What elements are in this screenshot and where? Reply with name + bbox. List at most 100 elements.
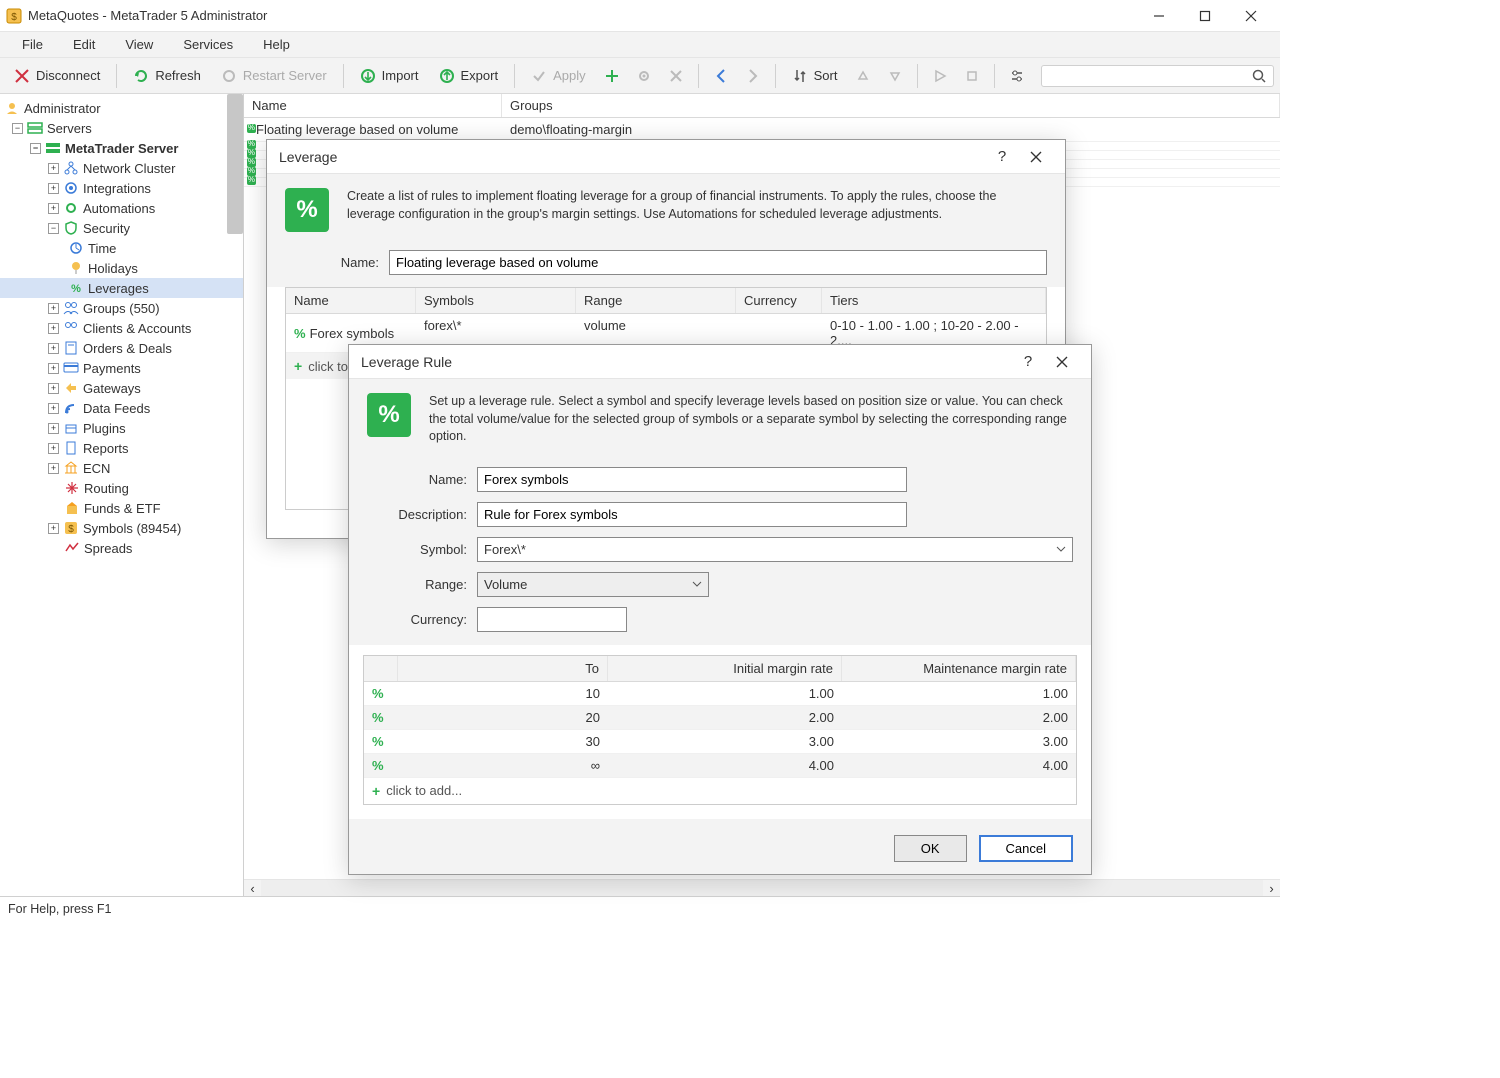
delete-button[interactable] bbox=[662, 64, 690, 88]
tree-clients[interactable]: +Clients & Accounts bbox=[0, 318, 243, 338]
tree-network[interactable]: +Network Cluster bbox=[0, 158, 243, 178]
settings-button[interactable] bbox=[1003, 64, 1031, 88]
range-select[interactable]: Volume bbox=[477, 572, 709, 597]
close-button[interactable] bbox=[1228, 1, 1274, 31]
tree-datafeeds[interactable]: +Data Feeds bbox=[0, 398, 243, 418]
tree-spreads[interactable]: Spreads bbox=[0, 538, 243, 558]
forward-button[interactable] bbox=[739, 64, 767, 88]
column-groups[interactable]: Groups bbox=[502, 94, 1280, 117]
export-button[interactable]: Export bbox=[431, 64, 507, 88]
tree-plugins[interactable]: +Plugins bbox=[0, 418, 243, 438]
minimize-button[interactable] bbox=[1136, 1, 1182, 31]
sort-button[interactable]: Sort bbox=[784, 64, 846, 88]
percent-icon: % bbox=[68, 280, 84, 296]
help-button[interactable]: ? bbox=[985, 142, 1019, 172]
gear-button[interactable] bbox=[630, 64, 658, 88]
close-button[interactable] bbox=[1019, 142, 1053, 172]
expander-icon[interactable]: + bbox=[48, 523, 59, 534]
menu-file[interactable]: File bbox=[8, 34, 57, 55]
scroll-left[interactable]: ‹ bbox=[244, 880, 261, 897]
expander-icon[interactable]: + bbox=[48, 183, 59, 194]
sort-up-button[interactable] bbox=[849, 65, 877, 87]
tree-routing[interactable]: Routing bbox=[0, 478, 243, 498]
rule-desc-input[interactable] bbox=[477, 502, 907, 527]
tree-ecn[interactable]: +ECN bbox=[0, 458, 243, 478]
scrollbar-thumb[interactable] bbox=[227, 94, 243, 234]
tree-servers[interactable]: −Servers bbox=[0, 118, 243, 138]
col-initial[interactable]: Initial margin rate bbox=[608, 656, 842, 681]
tree-leverages[interactable]: %Leverages bbox=[0, 278, 243, 298]
expander-icon[interactable]: + bbox=[48, 443, 59, 454]
plus-icon: + bbox=[372, 783, 380, 799]
menu-help[interactable]: Help bbox=[249, 34, 304, 55]
tree-holidays[interactable]: Holidays bbox=[0, 258, 243, 278]
expander-icon[interactable]: − bbox=[12, 123, 23, 134]
symbol-combo[interactable]: Forex\* bbox=[477, 537, 1073, 562]
search-input[interactable] bbox=[1048, 68, 1251, 83]
tree-time[interactable]: Time bbox=[0, 238, 243, 258]
ok-button[interactable]: OK bbox=[894, 835, 967, 862]
horizontal-scrollbar[interactable]: ‹ › bbox=[244, 879, 1280, 896]
expander-icon[interactable]: + bbox=[48, 403, 59, 414]
tier-row[interactable]: % 10 1.00 1.00 bbox=[364, 682, 1076, 706]
apply-button[interactable]: Apply bbox=[523, 64, 594, 88]
refresh-button[interactable]: Refresh bbox=[125, 64, 209, 88]
stop-button[interactable] bbox=[958, 65, 986, 87]
percent-icon: % bbox=[364, 682, 398, 705]
expander-icon[interactable]: + bbox=[48, 303, 59, 314]
expander-icon[interactable]: + bbox=[48, 323, 59, 334]
separator bbox=[343, 64, 344, 88]
col-maint[interactable]: Maintenance margin rate bbox=[842, 656, 1076, 681]
menu-view[interactable]: View bbox=[111, 34, 167, 55]
tree-root[interactable]: Administrator bbox=[0, 98, 243, 118]
search-box[interactable] bbox=[1041, 65, 1274, 87]
expander-icon[interactable]: + bbox=[48, 383, 59, 394]
col-to[interactable]: To bbox=[398, 656, 608, 681]
currency-label: Currency: bbox=[349, 612, 467, 627]
import-button[interactable]: Import bbox=[352, 64, 427, 88]
expander-icon[interactable]: + bbox=[48, 423, 59, 434]
menu-services[interactable]: Services bbox=[169, 34, 247, 55]
tree-gateways[interactable]: +Gateways bbox=[0, 378, 243, 398]
tree-automations[interactable]: +Automations bbox=[0, 198, 243, 218]
close-button[interactable] bbox=[1045, 347, 1079, 377]
tree-server[interactable]: −MetaTrader Server bbox=[0, 138, 243, 158]
tier-row[interactable]: % ∞ 4.00 4.00 bbox=[364, 754, 1076, 778]
column-name[interactable]: Name bbox=[244, 94, 502, 117]
expander-icon[interactable]: + bbox=[48, 343, 59, 354]
tree-groups[interactable]: +Groups (550) bbox=[0, 298, 243, 318]
name-input[interactable] bbox=[389, 250, 1047, 275]
tier-row[interactable]: % 20 2.00 2.00 bbox=[364, 706, 1076, 730]
back-button[interactable] bbox=[707, 64, 735, 88]
scroll-right[interactable]: › bbox=[1263, 880, 1280, 897]
expander-icon[interactable]: − bbox=[30, 143, 41, 154]
disconnect-button[interactable]: Disconnect bbox=[6, 64, 108, 88]
expander-icon[interactable]: + bbox=[48, 203, 59, 214]
tree-security[interactable]: −Security bbox=[0, 218, 243, 238]
tree-orders[interactable]: +Orders & Deals bbox=[0, 338, 243, 358]
rule-name-input[interactable] bbox=[477, 467, 907, 492]
cancel-button[interactable]: Cancel bbox=[979, 835, 1073, 862]
currency-input[interactable] bbox=[477, 607, 627, 632]
routing-icon bbox=[64, 480, 80, 496]
tree-integrations[interactable]: +Integrations bbox=[0, 178, 243, 198]
expander-icon[interactable]: + bbox=[48, 163, 59, 174]
expander-icon[interactable]: − bbox=[48, 223, 59, 234]
sort-down-button[interactable] bbox=[881, 65, 909, 87]
tier-row[interactable]: % 30 3.00 3.00 bbox=[364, 730, 1076, 754]
menu-edit[interactable]: Edit bbox=[59, 34, 109, 55]
add-button[interactable] bbox=[598, 64, 626, 88]
expander-icon[interactable]: + bbox=[48, 363, 59, 374]
tree-symbols[interactable]: +$Symbols (89454) bbox=[0, 518, 243, 538]
expander-icon[interactable]: + bbox=[48, 463, 59, 474]
help-button[interactable]: ? bbox=[1011, 347, 1045, 377]
tree-payments[interactable]: +Payments bbox=[0, 358, 243, 378]
add-tier-row[interactable]: + click to add... bbox=[364, 778, 1076, 804]
orders-icon bbox=[63, 340, 79, 356]
tree-reports[interactable]: +Reports bbox=[0, 438, 243, 458]
play-button[interactable] bbox=[926, 65, 954, 87]
maximize-button[interactable] bbox=[1182, 1, 1228, 31]
tree-funds[interactable]: Funds & ETF bbox=[0, 498, 243, 518]
servers-icon bbox=[27, 120, 43, 136]
restart-button[interactable]: Restart Server bbox=[213, 64, 335, 88]
